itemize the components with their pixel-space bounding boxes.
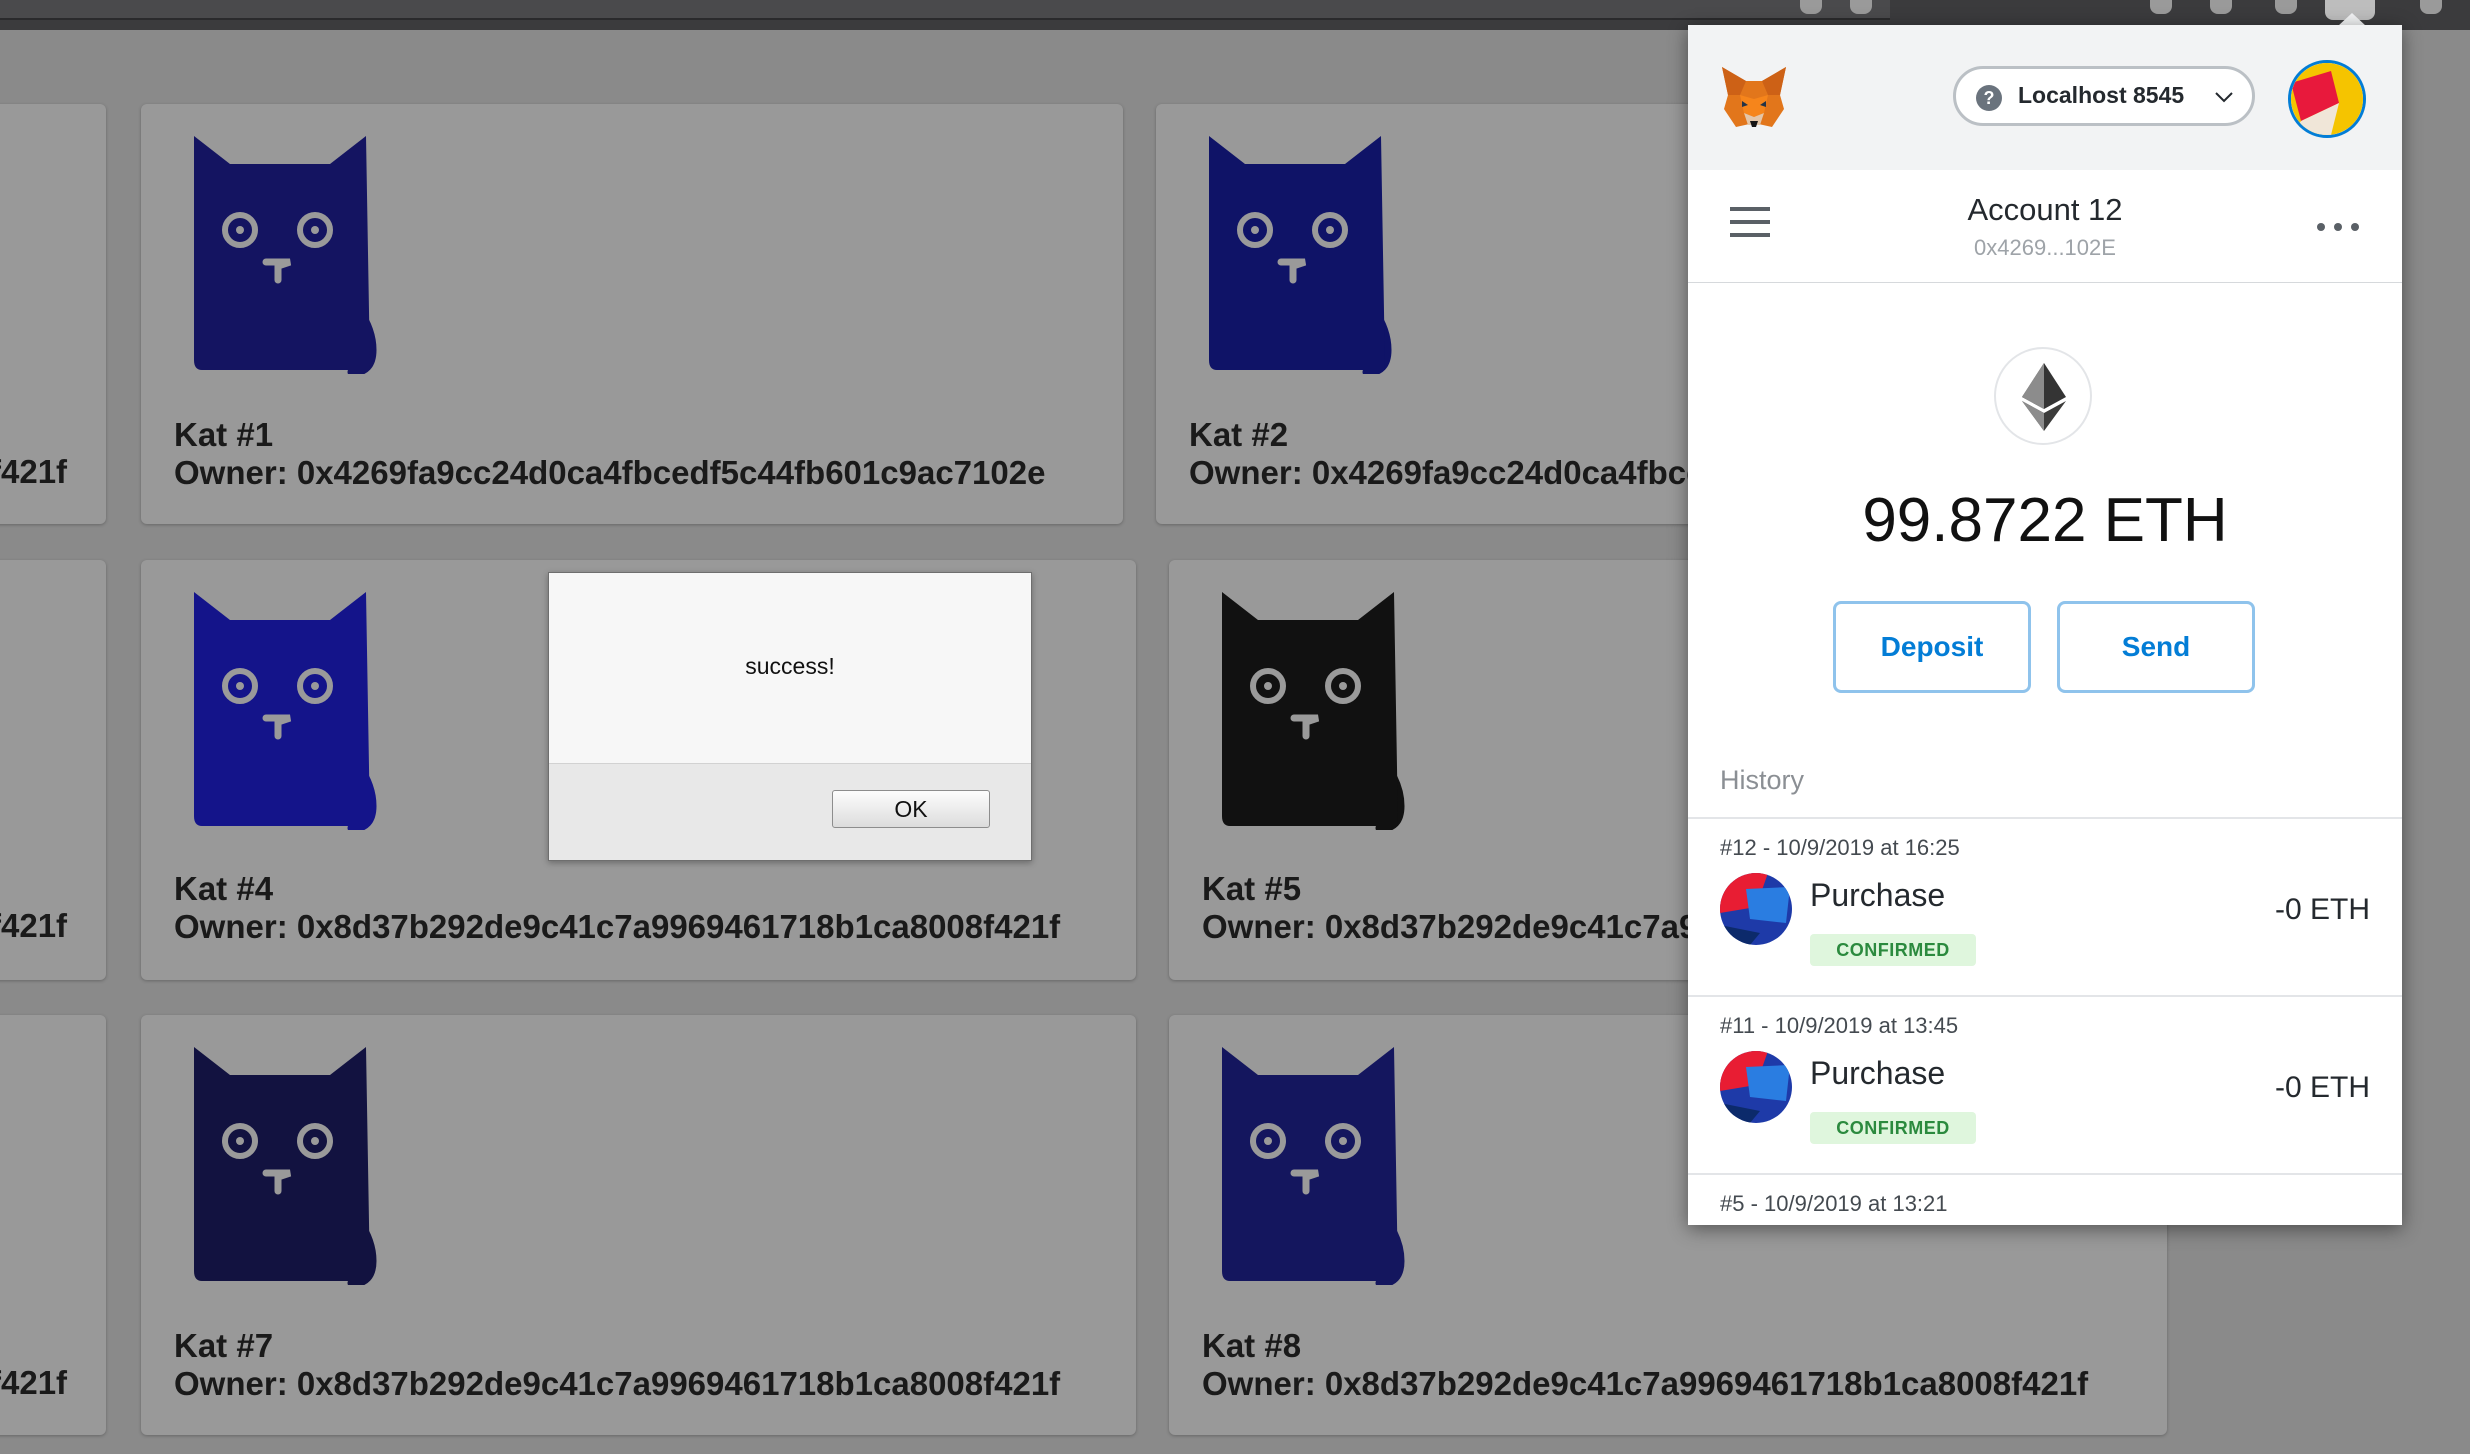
ethereum-icon: [2022, 363, 2066, 431]
transaction-amount: -0 ETH: [2274, 1071, 2370, 1104]
kat-title: Kat #5: [1202, 870, 1302, 907]
transaction-item[interactable]: #5 - 10/9/2019 at 13:21: [1688, 1173, 2402, 1225]
network-selector[interactable]: ? Localhost 8545: [1953, 66, 2255, 126]
kat-card: Kat #5 Owner: 0x8d37b292de9c41c7a9969461…: [1169, 560, 2088, 980]
alert-dialog: success! OK: [548, 572, 1032, 861]
bookmark-star-icon[interactable]: [1850, 0, 1872, 14]
transaction-date: #11 - 10/9/2019 at 13:45: [1720, 1013, 1959, 1038]
kat-image: [190, 134, 400, 377]
kat-image: [1218, 590, 1428, 833]
kat-owner: Owner: 0x8d37b292de9c41c7a9969461718b1ca…: [1202, 1365, 2089, 1402]
transaction-avatar: [1720, 873, 1792, 945]
question-icon: ?: [1976, 85, 2002, 111]
transaction-title: Purchase: [1810, 877, 1946, 913]
kat-owner: Owner: 0x4269fa9cc24d0ca4fbcedf5c44fb601…: [174, 454, 1046, 491]
address-bar[interactable]: [0, 0, 1890, 20]
chevron-down-icon: [2215, 92, 2233, 103]
cat-icon: [194, 136, 377, 377]
alert-footer: OK: [549, 763, 1031, 860]
menu-icon[interactable]: [2420, 0, 2442, 14]
library-icon[interactable]: [2150, 0, 2172, 14]
account-avatar[interactable]: [2288, 60, 2366, 138]
transaction-item[interactable]: #11 - 10/9/2019 at 13:45 Purchase -0 ETH…: [1688, 995, 2402, 1175]
metamask-fox-icon[interactable]: [1720, 65, 1788, 131]
kat-title: Kat #4: [174, 870, 274, 907]
metamask-header: ? Localhost 8545: [1688, 25, 2402, 170]
network-label: Localhost 8545: [2018, 82, 2185, 108]
owner-address-fragment: f421f: [0, 453, 68, 490]
kat-owner: Owner: 0x8d37b292de9c41c7a9969461718b1ca…: [174, 1365, 1061, 1402]
transaction-avatar: [1720, 1051, 1792, 1123]
transaction-date: #12 - 10/9/2019 at 16:25: [1720, 835, 1960, 860]
status-badge: CONFIRMED: [1810, 934, 1976, 966]
kat-card: Kat #1 Owner: 0x4269fa9cc24d0ca4fbcedf5c…: [141, 104, 1123, 524]
cat-icon: [194, 592, 377, 833]
status-badge: CONFIRMED: [1810, 1112, 1976, 1144]
kat-title: Kat #1: [174, 416, 274, 453]
transaction-title: Purchase: [1810, 1055, 1946, 1091]
kat-image: [1205, 134, 1415, 377]
transaction-item[interactable]: #12 - 10/9/2019 at 16:25 Purchase -0 ETH…: [1688, 817, 2402, 997]
cat-icon: [1222, 592, 1405, 833]
balance-display: 99.8722 ETH: [1688, 485, 2402, 556]
reader-icon[interactable]: [1800, 0, 1822, 14]
transaction-amount: -0 ETH: [2274, 893, 2370, 926]
kat-card: Kat #2 Owner: 0x4269fa9cc24d0ca4fbcedf5c…: [1156, 104, 2060, 524]
account-address[interactable]: 0x4269...102E: [1688, 235, 2402, 261]
kat-image: [1218, 1045, 1428, 1288]
kat-card-partial: f421f: [0, 1015, 106, 1435]
balance-currency: ETH: [2103, 486, 2228, 555]
kat-card-partial: f421f: [0, 104, 106, 524]
more-options-icon[interactable]: [2316, 222, 2360, 232]
owner-address-fragment: f421f: [0, 1364, 68, 1401]
owner-address-fragment: f421f: [0, 907, 68, 944]
eth-logo: [1994, 347, 2092, 445]
deposit-button[interactable]: Deposit: [1833, 601, 2031, 693]
account-icon[interactable]: [2275, 0, 2297, 14]
ok-button[interactable]: OK: [832, 790, 990, 828]
transaction-date: #5 - 10/9/2019 at 13:21: [1720, 1191, 1948, 1216]
cat-icon: [1222, 1047, 1405, 1288]
account-bar: Account 12 0x4269...102E: [1688, 170, 2402, 283]
cat-icon: [194, 1047, 377, 1288]
kat-card-partial: f421f: [0, 560, 106, 980]
history-heading: History: [1720, 765, 1805, 795]
kat-image: [190, 590, 400, 833]
kat-image: [190, 1045, 400, 1288]
kat-card: Kat #7 Owner: 0x8d37b292de9c41c7a9969461…: [141, 1015, 1136, 1435]
cat-icon: [1209, 136, 1392, 377]
kat-title: Kat #8: [1202, 1327, 1302, 1364]
balance-value: 99.8722: [1862, 486, 2087, 555]
send-button[interactable]: Send: [2057, 601, 2255, 693]
alert-message: success!: [745, 653, 835, 679]
kat-title: Kat #2: [1189, 416, 1289, 453]
kat-title: Kat #7: [174, 1327, 274, 1364]
metamask-popup: ? Localhost 8545 Account 12 0x4269...102…: [1688, 25, 2402, 1225]
kat-owner: Owner: 0x8d37b292de9c41c7a9969461718b1ca…: [174, 908, 1061, 945]
account-name[interactable]: Account 12: [1688, 192, 2402, 228]
sidebar-icon[interactable]: [2210, 0, 2232, 14]
